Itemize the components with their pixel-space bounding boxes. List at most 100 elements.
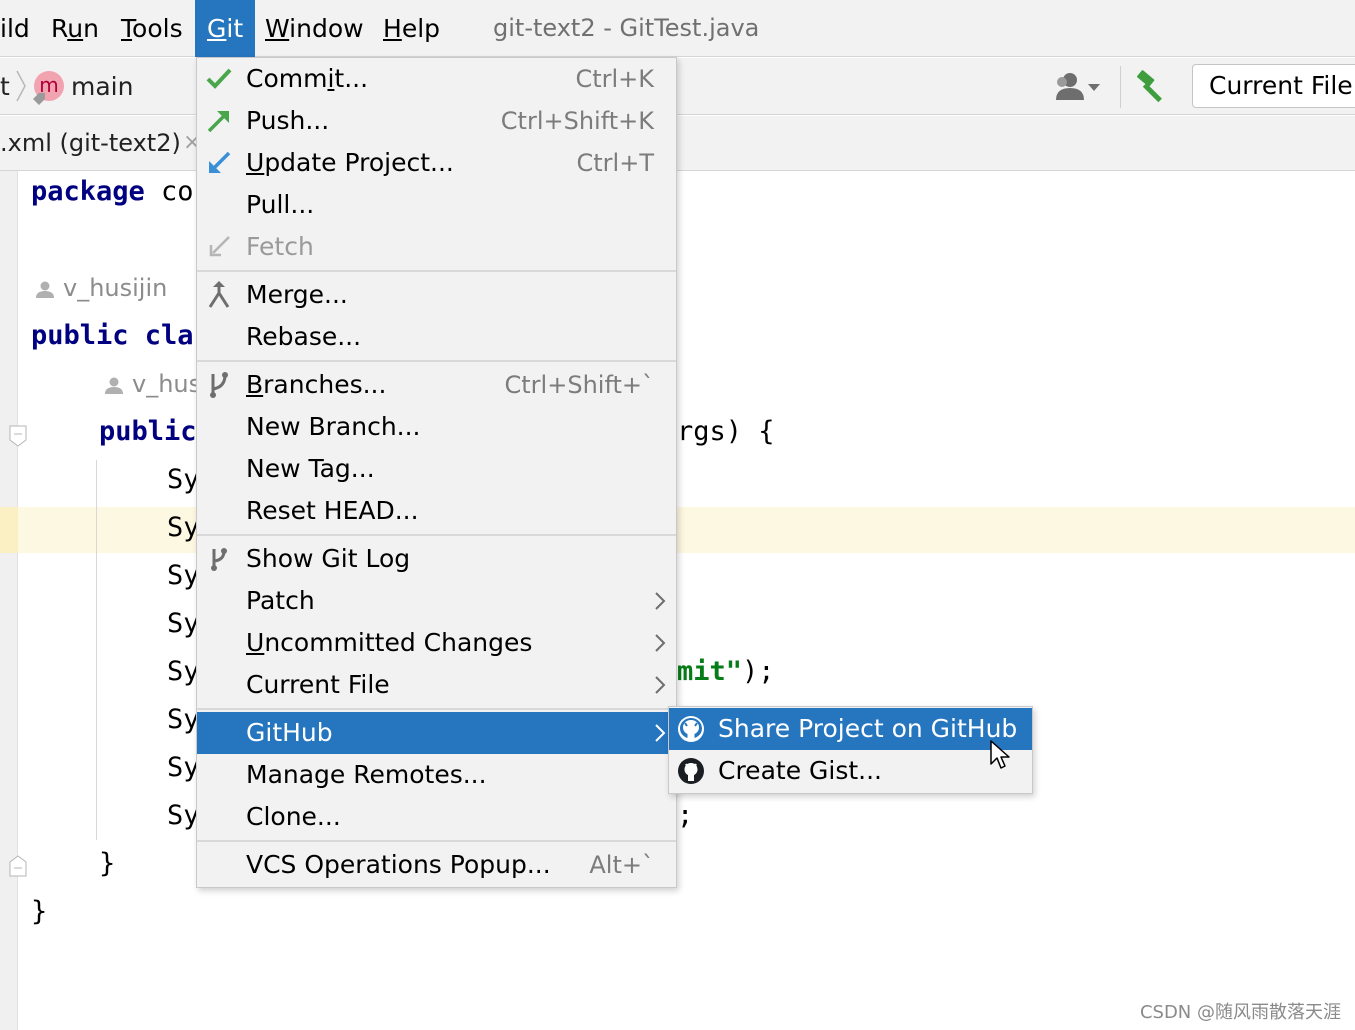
editor-tab[interactable]: .xml (git-text2) bbox=[0, 116, 181, 170]
menu-item-uncommitted-changes[interactable]: Uncommitted Changes bbox=[197, 622, 676, 664]
shortcut-label: Alt+` bbox=[589, 851, 654, 879]
shortcut-label: Ctrl+T bbox=[576, 149, 654, 177]
menu-item-label: Commit... bbox=[246, 58, 368, 100]
keyword-public: public bbox=[99, 416, 197, 447]
menu-item-label: Share Project on GitHub bbox=[718, 714, 1018, 743]
menu-help-label: Help bbox=[383, 14, 441, 43]
author-hint: v_hus bbox=[104, 370, 201, 398]
shortcut-label: Ctrl+Shift+` bbox=[504, 371, 654, 399]
menu-item-label: Uncommitted Changes bbox=[246, 622, 532, 664]
build-hammer-icon[interactable] bbox=[1134, 68, 1172, 106]
menu-item-create-gist[interactable]: Create Gist... bbox=[669, 750, 1032, 792]
menu-item-merge[interactable]: Merge... bbox=[197, 274, 676, 316]
menu-separator bbox=[197, 534, 676, 536]
code-line-sysout: Sy bbox=[167, 752, 200, 783]
menu-help[interactable]: Help bbox=[383, 0, 440, 57]
user-dropdown-icon[interactable] bbox=[1050, 70, 1106, 104]
menu-git[interactable]: Git bbox=[195, 0, 256, 57]
menu-build[interactable]: ild bbox=[0, 0, 30, 57]
gutter-current-line bbox=[0, 507, 18, 553]
tag-icon bbox=[33, 93, 45, 105]
menu-run-mnemonic: u bbox=[67, 14, 84, 43]
menu-item-commit[interactable]: Commit... Ctrl+K bbox=[197, 58, 676, 100]
shortcut-label: Ctrl+Shift+K bbox=[500, 107, 654, 135]
label-part: t... bbox=[334, 64, 369, 93]
label-part: Comm bbox=[246, 64, 328, 93]
menu-item-show-git-log[interactable]: Show Git Log bbox=[197, 538, 676, 580]
menu-separator bbox=[197, 840, 676, 842]
label-part: pdate Project... bbox=[264, 148, 454, 177]
menu-item-branches[interactable]: Branches... Ctrl+Shift+` bbox=[197, 364, 676, 406]
github-icon bbox=[678, 716, 704, 742]
editor-gutter bbox=[0, 171, 18, 1030]
menu-item-manage-remotes[interactable]: Manage Remotes... bbox=[197, 754, 676, 796]
mouse-pointer-icon bbox=[990, 740, 1010, 769]
menu-tools[interactable]: Tools bbox=[121, 0, 183, 57]
menu-window-label: Window bbox=[265, 14, 364, 43]
push-arrow-icon bbox=[207, 111, 229, 133]
label-mnemonic: B bbox=[246, 370, 264, 399]
menu-separator bbox=[197, 360, 676, 362]
menu-item-github[interactable]: GitHub bbox=[197, 712, 676, 754]
menu-item-vcs-operations-popup[interactable]: VCS Operations Popup... Alt+` bbox=[197, 844, 676, 886]
update-arrow-icon bbox=[209, 151, 231, 173]
github-icon bbox=[678, 758, 704, 784]
menu-item-new-tag[interactable]: New Tag... bbox=[197, 448, 676, 490]
menu-help-mnemonic: H bbox=[383, 14, 402, 43]
menu-item-share-project-on-github[interactable]: Share Project on GitHub bbox=[669, 708, 1032, 750]
person-icon bbox=[36, 281, 54, 298]
git-dropdown-menu: Commit... Ctrl+K Push... Ctrl+Shift+K Up… bbox=[196, 57, 677, 888]
package-name: co bbox=[144, 176, 194, 207]
menu-item-push[interactable]: Push... Ctrl+Shift+K bbox=[197, 100, 676, 142]
menu-separator bbox=[197, 708, 676, 710]
breadcrumb-project[interactable]: t bbox=[0, 58, 10, 115]
menu-item-clone[interactable]: Clone... bbox=[197, 796, 676, 838]
menu-git-mnemonic: G bbox=[207, 14, 227, 43]
menu-item-rebase[interactable]: Rebase... bbox=[197, 316, 676, 358]
menu-item-patch[interactable]: Patch bbox=[197, 580, 676, 622]
code-line-sysout: Sy bbox=[167, 800, 200, 831]
code-line-method: public bbox=[99, 416, 197, 447]
label-part: ncommitted Changes bbox=[264, 628, 533, 657]
menu-window-mnemonic: W bbox=[265, 14, 290, 43]
menu-build-label: ild bbox=[0, 14, 30, 43]
menu-item-reset-head[interactable]: Reset HEAD... bbox=[197, 490, 676, 532]
code-line-sysout: Sy bbox=[167, 560, 200, 591]
menu-item-new-branch[interactable]: New Branch... bbox=[197, 406, 676, 448]
code-method-signature-tail: rgs) { bbox=[677, 416, 775, 447]
menu-item-label: New Branch... bbox=[246, 412, 421, 441]
keyword-public-class: public cla bbox=[31, 320, 194, 351]
menu-item-label: Branches... bbox=[246, 364, 386, 406]
menu-item-update-project[interactable]: Update Project... Ctrl+T bbox=[197, 142, 676, 184]
menu-item-fetch: Fetch bbox=[197, 226, 676, 268]
author-name: v_husijin bbox=[63, 274, 168, 302]
menu-item-label: Create Gist... bbox=[718, 756, 883, 785]
shortcut-label: Ctrl+K bbox=[575, 65, 654, 93]
menu-git-label: Git bbox=[207, 14, 244, 43]
menu-item-label: Manage Remotes... bbox=[246, 760, 487, 789]
fold-end-marker-icon[interactable] bbox=[8, 854, 28, 878]
fold-marker-icon[interactable] bbox=[8, 424, 28, 448]
keyword-package: package bbox=[31, 176, 145, 207]
code-line-sysout: Sy bbox=[167, 608, 200, 639]
menu-item-label: VCS Operations Popup... bbox=[246, 850, 551, 879]
breadcrumb-branch[interactable]: main bbox=[71, 58, 133, 115]
menu-item-current-file[interactable]: Current File bbox=[197, 664, 676, 706]
menu-item-pull[interactable]: Pull... bbox=[197, 184, 676, 226]
statement-end: ); bbox=[742, 656, 775, 687]
menu-run[interactable]: Run bbox=[51, 0, 99, 57]
branch-icon bbox=[210, 372, 228, 398]
menu-item-label: Clone... bbox=[246, 802, 341, 831]
toolbar-divider bbox=[1120, 66, 1121, 108]
fetch-icon bbox=[209, 236, 230, 257]
github-submenu: Share Project on GitHub Create Gist... bbox=[668, 706, 1033, 794]
submenu-arrow-icon bbox=[655, 634, 666, 652]
watermark: CSDN @随风雨散落天涯 bbox=[1139, 1002, 1341, 1023]
code-line-sysout: Sy bbox=[167, 656, 200, 687]
menu-item-label: Rebase... bbox=[246, 322, 362, 351]
string-literal: mit" bbox=[677, 656, 743, 687]
menu-window[interactable]: Window bbox=[265, 0, 364, 57]
run-configuration-selector[interactable]: Current File bbox=[1192, 64, 1355, 108]
indent-guide bbox=[96, 460, 97, 840]
menu-separator bbox=[197, 270, 676, 272]
